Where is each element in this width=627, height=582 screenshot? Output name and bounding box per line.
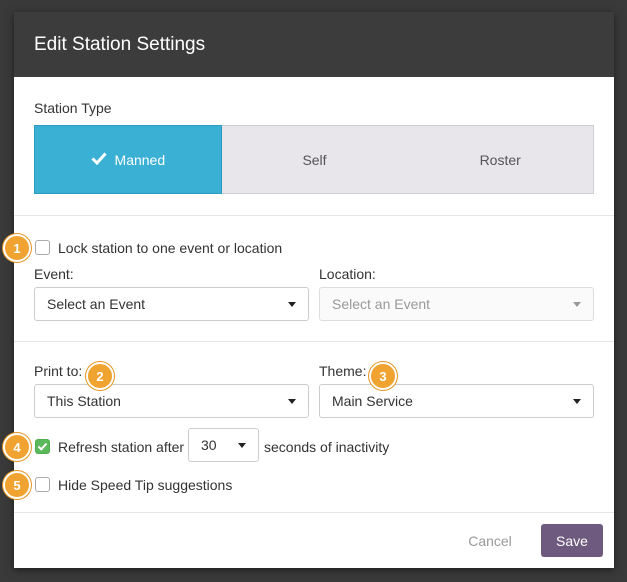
footer-divider <box>14 512 614 513</box>
location-select-value: Select an Event <box>332 296 431 312</box>
station-type-self-label: Self <box>302 151 327 168</box>
caret-down-icon <box>573 399 581 404</box>
caret-down-icon <box>238 443 246 448</box>
callout-badge-3: 3 <box>369 362 397 390</box>
station-type-manned-label: Manned <box>114 151 166 168</box>
callout-badge-5: 5 <box>3 471 31 499</box>
station-type-label: Station Type <box>34 100 112 116</box>
callout-badge-2: 2 <box>86 362 114 390</box>
location-label: Location: <box>319 266 376 282</box>
hide-speed-tip-label: Hide Speed Tip suggestions <box>58 477 233 493</box>
refresh-station-checkbox[interactable] <box>35 439 50 454</box>
caret-down-icon <box>573 302 581 307</box>
lock-station-checkbox[interactable] <box>35 240 50 255</box>
event-label: Event: <box>34 266 74 282</box>
callout-badge-1: 1 <box>3 234 31 262</box>
refresh-label-after: seconds of inactivity <box>264 439 390 455</box>
cancel-button[interactable]: Cancel <box>454 524 526 557</box>
check-icon <box>90 151 107 168</box>
refresh-label-before: Refresh station after <box>58 439 185 455</box>
refresh-interval-value: 30 <box>201 437 217 453</box>
lock-station-label: Lock station to one event or location <box>58 240 283 256</box>
print-to-select[interactable]: This Station <box>34 384 309 418</box>
event-select-value: Select an Event <box>47 296 146 312</box>
station-type-segmented-control: Manned Self Roster <box>34 125 594 194</box>
check-icon <box>37 442 48 451</box>
refresh-interval-select[interactable]: 30 <box>188 428 259 462</box>
event-select[interactable]: Select an Event <box>34 287 309 321</box>
theme-label: Theme: <box>319 363 367 379</box>
edit-station-dialog: Edit Station Settings Station Type Manne… <box>14 12 614 568</box>
save-button[interactable]: Save <box>541 524 603 557</box>
hide-speed-tip-checkbox[interactable] <box>35 477 50 492</box>
section-divider <box>14 215 614 216</box>
print-to-label: Print to: <box>34 363 83 379</box>
dialog-header: Edit Station Settings <box>14 12 614 77</box>
caret-down-icon <box>288 399 296 404</box>
station-type-manned-button[interactable]: Manned <box>34 125 222 194</box>
location-select: Select an Event <box>319 287 594 321</box>
print-to-select-value: This Station <box>47 393 121 409</box>
theme-select[interactable]: Main Service <box>319 384 594 418</box>
dialog-title: Edit Station Settings <box>34 34 206 55</box>
section-divider <box>14 341 614 342</box>
callout-badge-4: 4 <box>3 433 31 461</box>
theme-select-value: Main Service <box>332 393 413 409</box>
caret-down-icon <box>288 302 296 307</box>
station-type-roster-button[interactable]: Roster <box>407 126 593 193</box>
station-type-self-button[interactable]: Self <box>222 126 408 193</box>
station-type-roster-label: Roster <box>479 151 521 168</box>
